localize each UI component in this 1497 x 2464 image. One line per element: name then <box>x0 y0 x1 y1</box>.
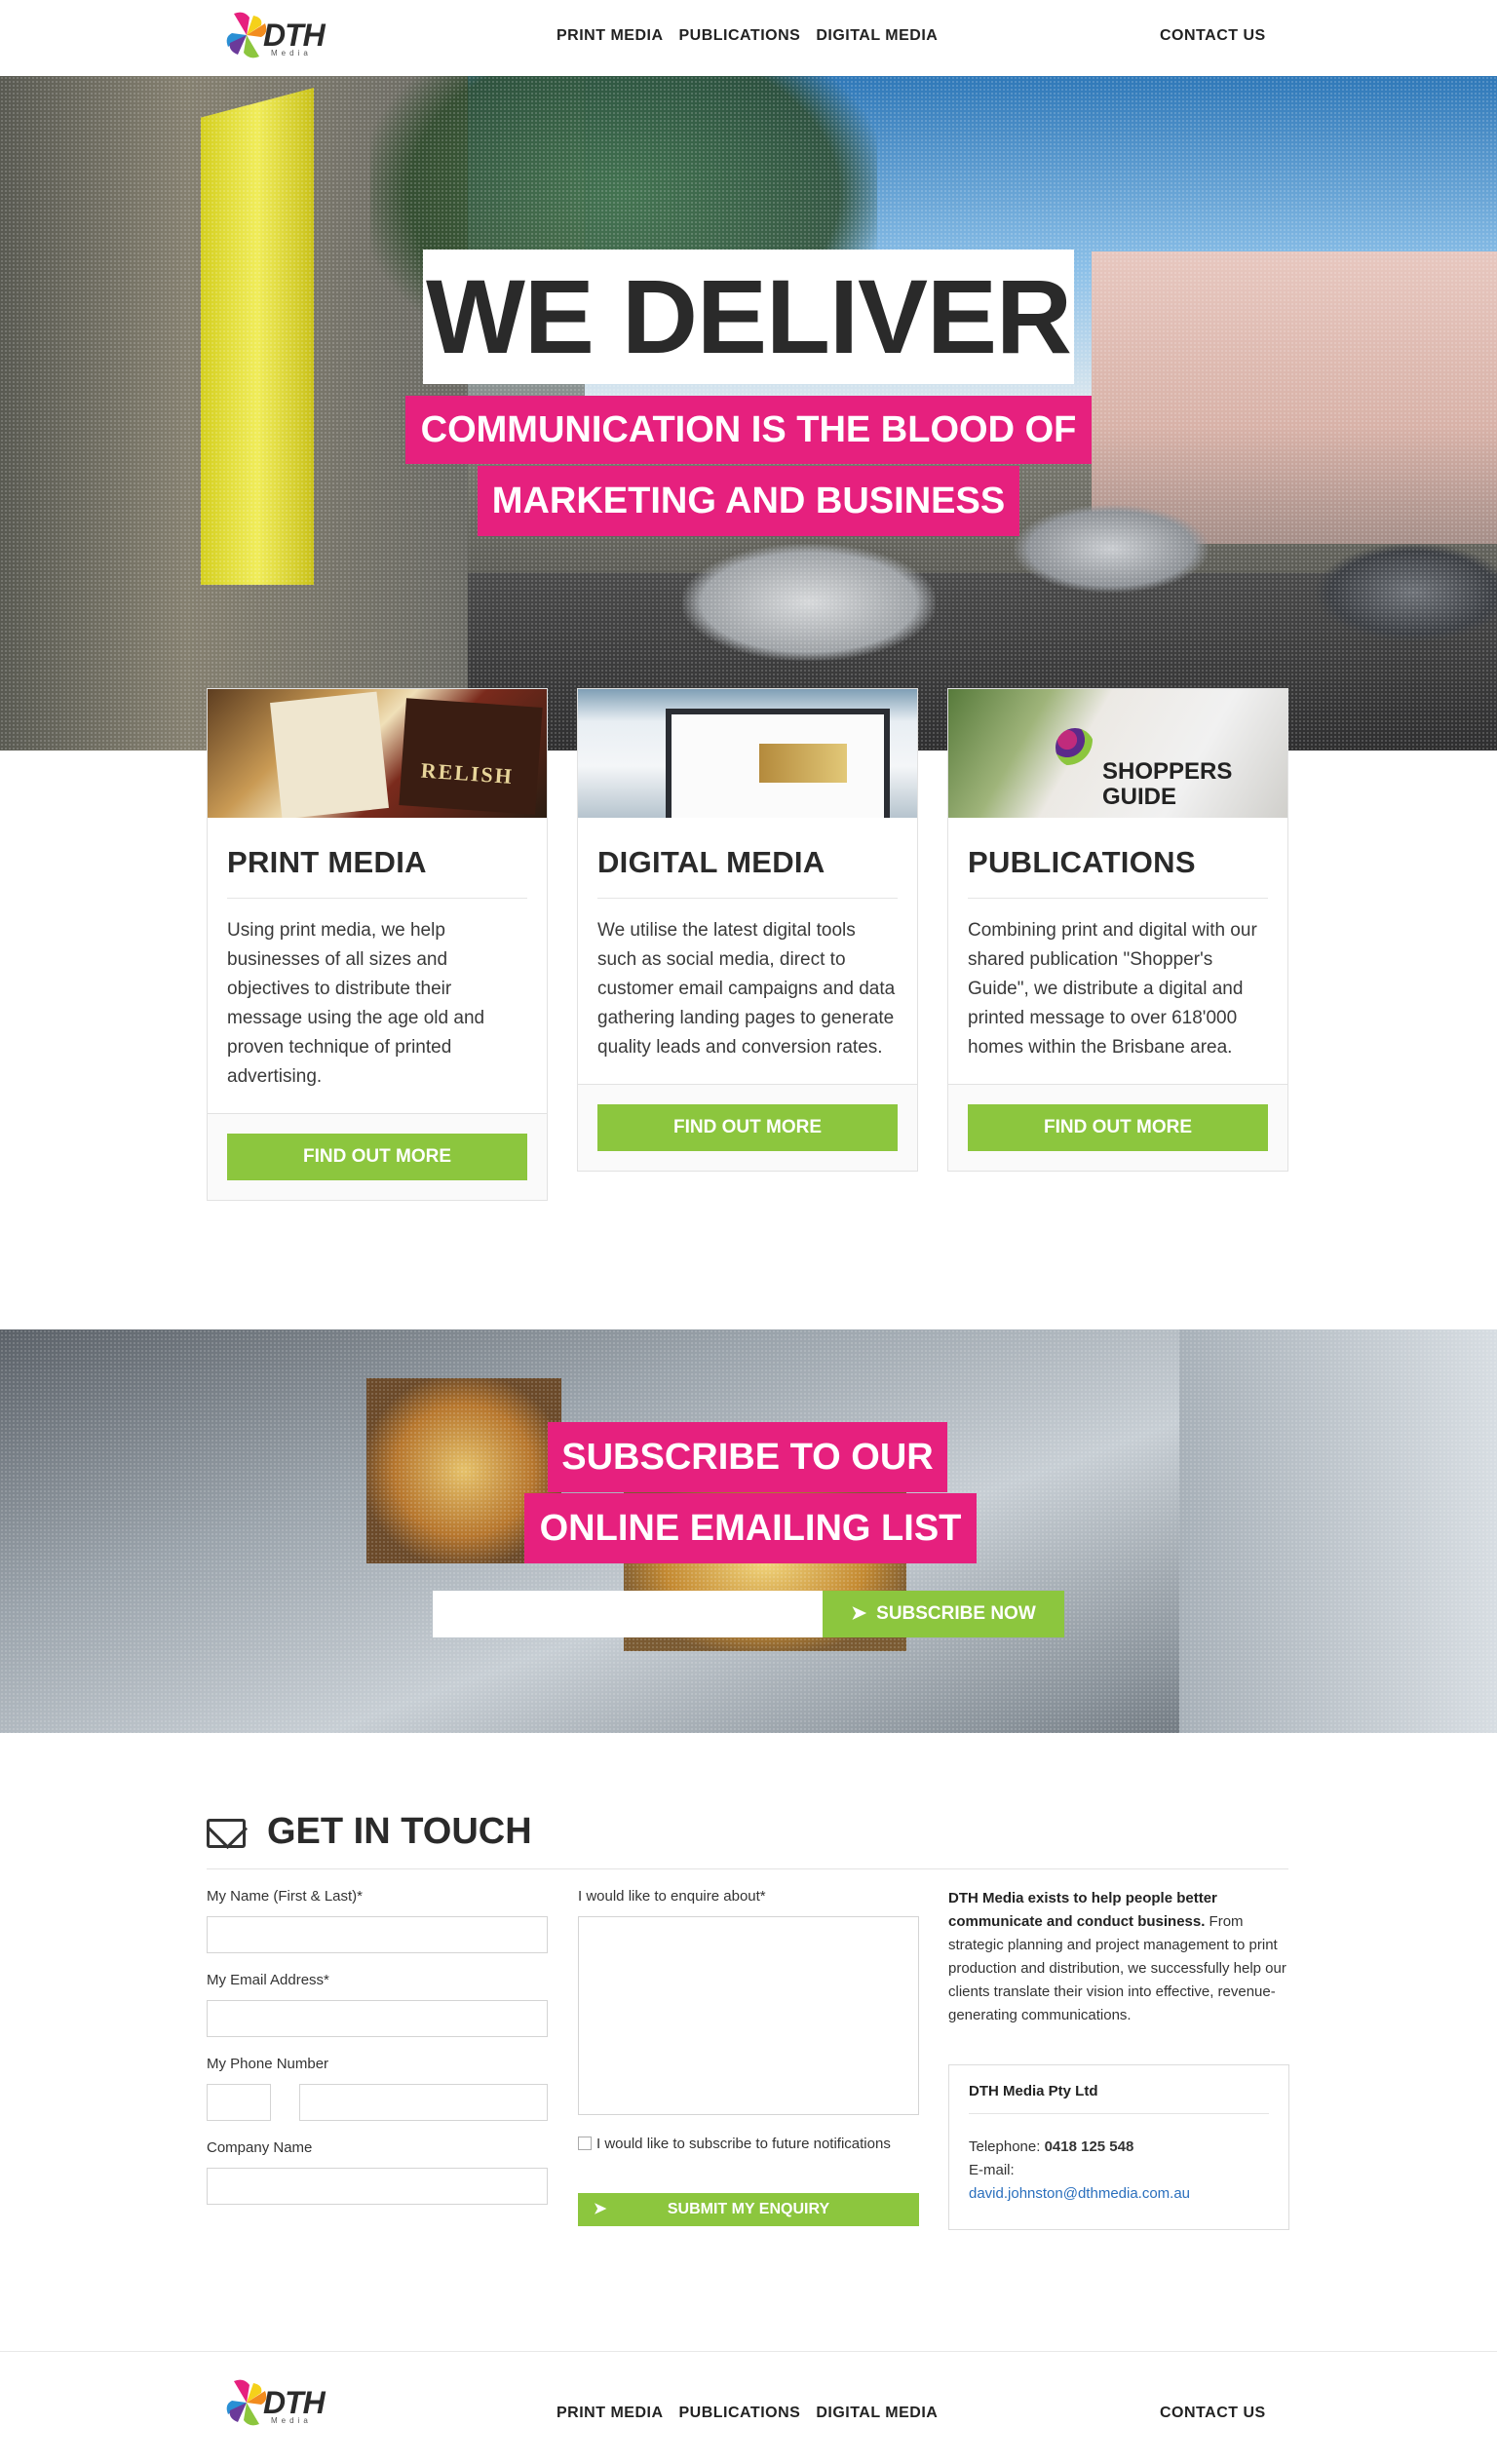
paper-plane-icon: ➤ <box>594 2201 607 2217</box>
card-title: DIGITAL MEDIA <box>597 845 898 899</box>
hero-subtitle-line1: COMMUNICATION IS THE BLOOD OF <box>405 396 1092 464</box>
paper-plane-icon: ➤ <box>851 1603 867 1624</box>
subscribe-now-label: SUBSCRIBE NOW <box>876 1603 1036 1624</box>
card-body: DIGITAL MEDIA We utilise the latest digi… <box>578 818 917 1084</box>
card-footer: FIND OUT MORE <box>948 1084 1287 1171</box>
nav-contact-us[interactable]: CONTACT US <box>1160 27 1266 45</box>
contact-details-box: DTH Media Pty Ltd Telephone: 0418 125 54… <box>948 2064 1289 2230</box>
telephone-number: 0418 125 548 <box>1044 2138 1134 2155</box>
restaurant-menu-image: RELISH <box>208 689 547 818</box>
card-digital-media: DIGITAL MEDIA We utilise the latest digi… <box>577 688 918 1172</box>
get-in-touch-title: GET IN TOUCH <box>267 1811 532 1852</box>
subscribe-notifications-label: I would like to subscribe to future noti… <box>596 2136 891 2152</box>
card-text: We utilise the latest digital tools such… <box>597 920 896 1058</box>
email-label-line: E-mail: <box>969 2162 1015 2178</box>
relish-menu: RELISH <box>399 698 543 815</box>
card-footer: FIND OUT MORE <box>578 1084 917 1171</box>
menu-card <box>270 691 389 818</box>
card-publications: SHOPPERS GUIDE PUBLICATIONS Combining pr… <box>947 688 1288 1172</box>
about-bold: DTH Media exists to help people better c… <box>948 1890 1217 1930</box>
company-field[interactable] <box>207 2168 548 2205</box>
card-title: PUBLICATIONS <box>968 845 1268 899</box>
email-field[interactable] <box>207 2000 548 2037</box>
food-thumb <box>759 744 847 783</box>
screen-mockup <box>666 709 890 818</box>
card-print-media: RELISH PRINT MEDIA Using print media, we… <box>207 688 548 1201</box>
telephone-label: Telephone: <box>969 2138 1041 2155</box>
enquire-label: I would like to enquire about* <box>578 1888 766 1905</box>
footer-nav-publications[interactable]: PUBLICATIONS <box>679 2405 801 2422</box>
shoppers-guide-text: SHOPPERS GUIDE <box>1102 758 1233 810</box>
subscribe-email-input[interactable] <box>433 1591 823 1637</box>
hero-subtitle-line2: MARKETING AND BUSINESS <box>478 466 1019 536</box>
name-label: My Name (First & Last)* <box>207 1888 364 1905</box>
dth-logo[interactable]: DTH Media <box>224 2373 326 2434</box>
subscribe-title-line1: SUBSCRIBE TO OUR <box>548 1422 947 1492</box>
card-text: Combining print and digital with our sha… <box>968 920 1257 1058</box>
get-in-touch-header: GET IN TOUCH <box>207 1805 1288 1869</box>
company-label: Company Name <box>207 2139 313 2156</box>
footer-menu: PRINT MEDIA PUBLICATIONS DIGITAL MEDIA <box>557 2405 938 2422</box>
telephone-line: Telephone: 0418 125 548 <box>969 2136 1269 2159</box>
card-text: Using print media, we help businesses of… <box>227 920 485 1087</box>
nav-publications[interactable]: PUBLICATIONS <box>679 27 801 45</box>
dth-logo[interactable]: DTH Media <box>224 6 326 66</box>
main-menu: PRINT MEDIA PUBLICATIONS DIGITAL MEDIA <box>557 27 938 45</box>
company-name: DTH Media Pty Ltd <box>969 2083 1269 2114</box>
nav-print-media[interactable]: PRINT MEDIA <box>557 27 664 45</box>
logo-subtext: Media <box>271 2416 312 2425</box>
footer: DTH Media PRINT MEDIA PUBLICATIONS DIGIT… <box>0 2351 1497 2464</box>
email-label: My Email Address* <box>207 1972 329 1988</box>
submit-enquiry-button[interactable]: ➤ SUBMIT MY ENQUIRY <box>578 2193 919 2226</box>
phone-label: My Phone Number <box>207 2056 329 2072</box>
top-nav: DTH Media PRINT MEDIA PUBLICATIONS DIGIT… <box>0 0 1497 76</box>
email-template-screen-image <box>578 689 917 818</box>
card-body: PRINT MEDIA Using print media, we help b… <box>208 818 547 1113</box>
find-out-more-button[interactable]: FIND OUT MORE <box>597 1104 898 1151</box>
phone-area-code-field[interactable] <box>207 2084 271 2121</box>
hero-title: WE DELIVER <box>423 250 1074 384</box>
footer-nav-digital-media[interactable]: DIGITAL MEDIA <box>816 2405 938 2422</box>
subscribe-now-button[interactable]: ➤ SUBSCRIBE NOW <box>823 1591 1064 1637</box>
shoppers-guide-image: SHOPPERS GUIDE <box>948 689 1287 818</box>
name-field[interactable] <box>207 1916 548 1953</box>
find-out-more-button[interactable]: FIND OUT MORE <box>227 1134 527 1180</box>
subscribe-notifications-checkbox[interactable] <box>578 2137 592 2150</box>
card-footer: FIND OUT MORE <box>208 1113 547 1200</box>
relish-text: RELISH <box>420 757 515 789</box>
about-text: DTH Media exists to help people better c… <box>948 1887 1289 2027</box>
logo-subtext: Media <box>271 49 312 58</box>
envelope-icon <box>207 1819 246 1848</box>
enquiry-textarea[interactable] <box>578 1916 919 2115</box>
submit-enquiry-label: SUBMIT MY ENQUIRY <box>667 2201 830 2217</box>
subscribe-title-line2: ONLINE EMAILING LIST <box>524 1493 977 1563</box>
footer-nav-print-media[interactable]: PRINT MEDIA <box>557 2405 664 2422</box>
footer-nav-contact-us[interactable]: CONTACT US <box>1160 2405 1266 2422</box>
nav-digital-media[interactable]: DIGITAL MEDIA <box>816 27 938 45</box>
email-link[interactable]: david.johnston@dthmedia.com.au <box>969 2182 1269 2206</box>
find-out-more-button[interactable]: FIND OUT MORE <box>968 1104 1268 1151</box>
card-title: PRINT MEDIA <box>227 845 527 899</box>
shoppers-guide-logo-icon <box>1056 728 1094 767</box>
phone-number-field[interactable] <box>299 2084 548 2121</box>
card-body: PUBLICATIONS Combining print and digital… <box>948 818 1287 1084</box>
